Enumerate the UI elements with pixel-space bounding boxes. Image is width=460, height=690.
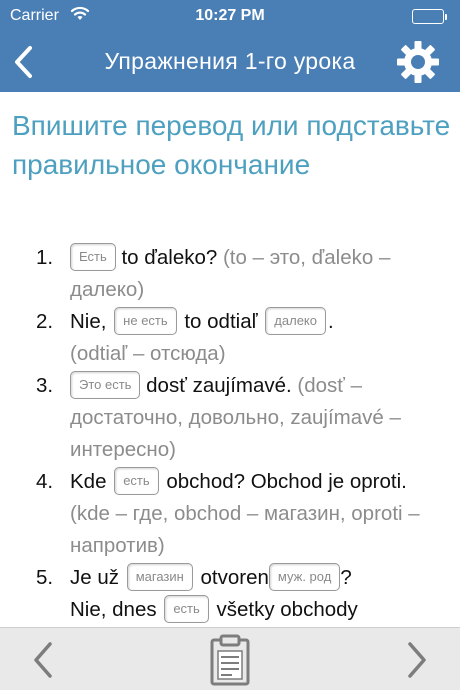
- item-number: 1.: [36, 246, 54, 269]
- sentence-text: ?: [340, 566, 352, 589]
- bottom-toolbar: [0, 627, 460, 690]
- sentence-text: to odtiaľ: [184, 310, 258, 333]
- status-bar: Carrier 10:27 PM: [0, 0, 460, 32]
- sentence-text: Nie,: [70, 310, 107, 333]
- answer-blank[interactable]: магазин: [126, 563, 193, 592]
- exercise-item-3: 3. Это есть dosť zaujímavé. (dosť – дост…: [0, 370, 460, 466]
- chevron-right-icon: [408, 642, 426, 678]
- item-number: 5.: [36, 566, 54, 589]
- back-button[interactable]: [6, 40, 42, 84]
- sentence-text: Nie, dnes: [70, 598, 157, 621]
- chevron-left-icon: [15, 46, 32, 78]
- translation-hint: (odtiaľ – отсюда): [70, 342, 226, 365]
- settings-button[interactable]: [394, 38, 442, 86]
- exercise-item-4: 4. Kde есть obchod? Obchod je oproti. (k…: [0, 466, 460, 562]
- page-title: Упражнения 1-го урока: [104, 48, 356, 74]
- nav-bar: Упражнения 1-го урока: [0, 32, 460, 92]
- translation-hint: (kde – где, obchod – магазин, oproti – н…: [70, 502, 420, 557]
- battery-icon: [412, 9, 447, 24]
- exercise-item-2: 2. Nie, не есть to odtiaľ далеко. (odtia…: [0, 306, 460, 370]
- item-number: 2.: [36, 310, 54, 333]
- header: Carrier 10:27 PM Упражнения 1-го урока: [0, 0, 460, 92]
- answer-blank[interactable]: не есть: [114, 307, 177, 336]
- clipboard-icon: [210, 634, 250, 686]
- next-button[interactable]: [402, 638, 432, 682]
- sentence-text: obchod? Obchod je oproti.: [166, 470, 407, 493]
- sentence-text: .: [328, 310, 334, 333]
- answer-blank[interactable]: Есть: [70, 243, 116, 272]
- clock: 10:27 PM: [195, 7, 265, 24]
- answer-blank[interactable]: далеко: [265, 307, 326, 336]
- answer-blank[interactable]: есть: [114, 467, 159, 496]
- item-number: 3.: [36, 374, 54, 397]
- exercise-item-1: 1. Есть to ďaleko? (to – это, ďaleko – д…: [0, 242, 460, 306]
- sentence-text: dosť zaujímavé.: [146, 374, 292, 397]
- item-number: 4.: [36, 470, 54, 493]
- sentence-text: Je už: [70, 566, 119, 589]
- answer-blank[interactable]: Это есть: [70, 371, 141, 400]
- exercise-item-5: 5. Je už магазин otvoren муж. род? Nie, d…: [0, 562, 460, 626]
- gear-icon: [397, 41, 439, 83]
- answer-blank[interactable]: муж. род: [268, 563, 341, 592]
- sentence-text: Kde: [70, 470, 107, 493]
- sentence-text: otvoren: [200, 566, 269, 589]
- notes-button[interactable]: [208, 634, 252, 688]
- sentence-text: všetky obchody: [216, 598, 358, 621]
- exercise-list: 1. Есть to ďaleko? (to – это, ďaleko – д…: [0, 242, 460, 626]
- previous-button[interactable]: [28, 638, 58, 682]
- answer-blank[interactable]: есть: [164, 595, 209, 624]
- translation-hint: (to – это, ďaleko – далеко): [70, 246, 391, 301]
- exercise-content[interactable]: Впишите перевод или подставьте правильно…: [0, 92, 460, 627]
- instruction-heading: Впишите перевод или подставьте правильно…: [12, 110, 451, 180]
- chevron-left-icon: [34, 642, 52, 678]
- sentence-text: to ďaleko?: [121, 246, 218, 269]
